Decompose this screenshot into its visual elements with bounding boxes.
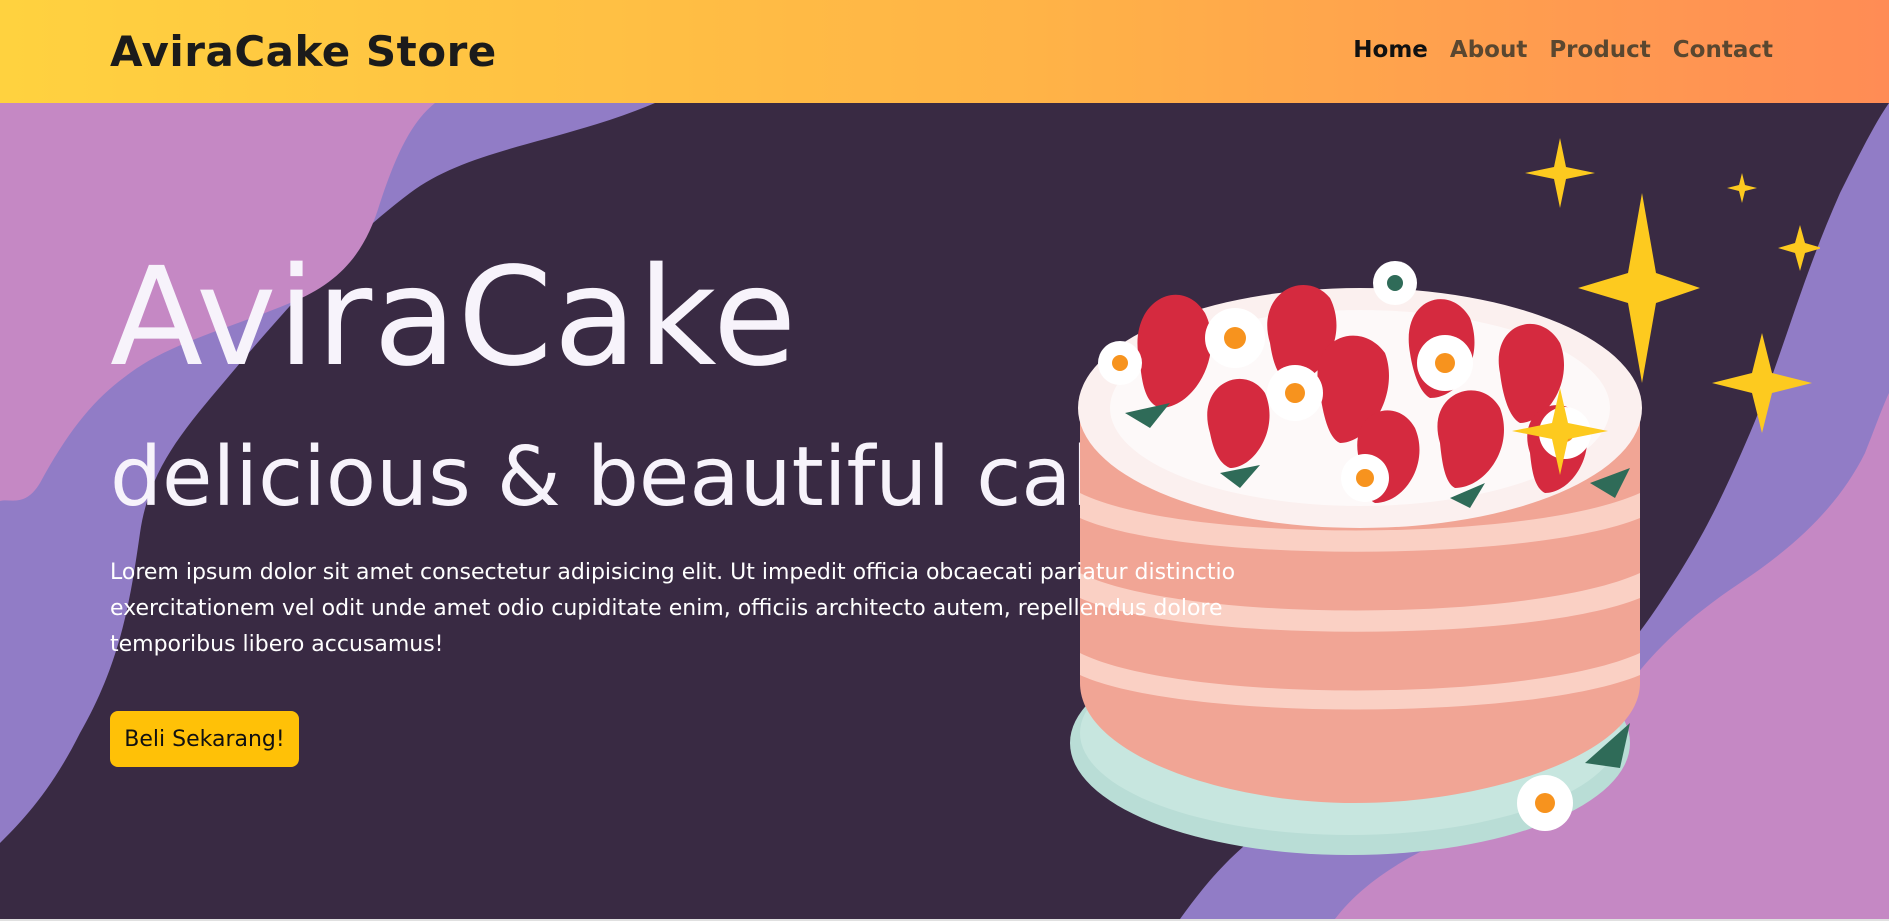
hero-title: AviraCake bbox=[110, 239, 798, 397]
buy-now-button[interactable]: Beli Sekarang! bbox=[110, 711, 299, 767]
nav-link-about[interactable]: About bbox=[1450, 32, 1527, 68]
sparkle-icon bbox=[1512, 138, 1820, 475]
brand-logo[interactable]: AviraCake Store bbox=[110, 24, 497, 80]
hero-description: Lorem ipsum dolor sit amet consectetur a… bbox=[110, 560, 1236, 657]
nav-link-home[interactable]: Home bbox=[1353, 32, 1428, 68]
nav-link-contact[interactable]: Contact bbox=[1673, 32, 1773, 68]
hero-section: AviraCake delicious & beautiful cakes Lo… bbox=[0, 103, 1889, 919]
navbar: AviraCake Store Home About Product Conta… bbox=[0, 0, 1889, 103]
nav-link-product[interactable]: Product bbox=[1549, 32, 1650, 68]
main-nav: Home About Product Contact bbox=[1353, 32, 1773, 68]
